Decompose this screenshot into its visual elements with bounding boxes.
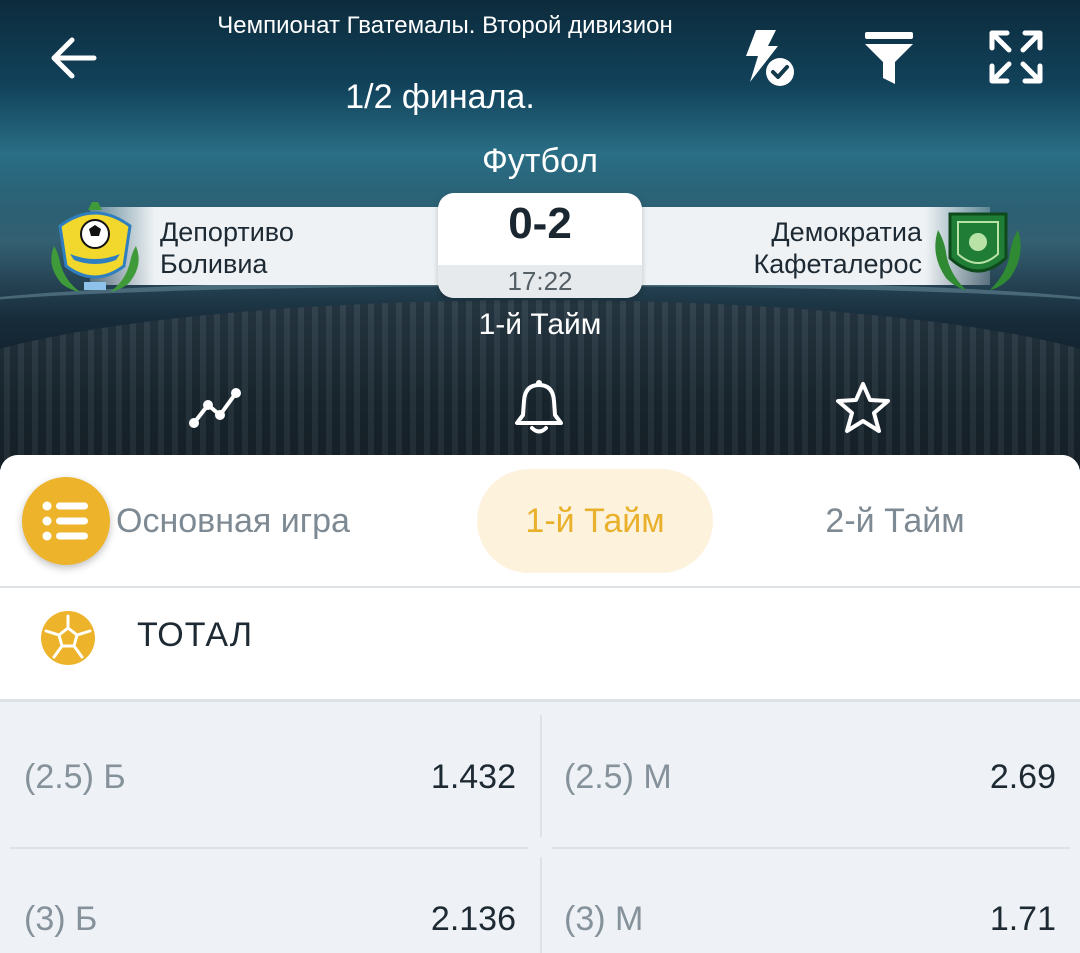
markets-panel: Основная игра 1-й Тайм 2-й Тайм ТОТАЛ (2… [0,455,1080,953]
odds-value: 1.71 [989,899,1056,938]
sport-title: Футбол [482,142,598,180]
score-card: 0-2 17:22 [438,193,642,298]
favorite-button[interactable] [830,378,896,438]
odds-value: 2.136 [430,899,516,938]
match-period: 1-й Тайм [478,308,602,341]
odds-divider [540,715,542,837]
home-team-name: Депортиво Боливиа [160,216,294,280]
lightning-check-icon [746,30,794,86]
odds-divider [540,857,542,953]
expand-button[interactable] [982,24,1050,90]
away-team-name-line1: Демократиа [771,217,922,247]
match-time: 17:22 [438,265,642,298]
odds-cell-under-3[interactable]: (3) М 1.71 [564,859,1056,953]
score: 0-2 [508,199,572,248]
odds-label: (3) Б [24,899,98,938]
bell-icon [515,380,563,434]
home-team-name-line1: Депортиво [160,217,294,247]
odds-divider [552,847,1070,849]
odds-cell-over-3[interactable]: (3) Б 2.136 [24,859,516,953]
filter-icon [865,32,913,84]
tab-second-half[interactable]: 2-й Тайм [800,469,990,573]
list-icon [42,501,88,541]
expand-icon [989,30,1043,84]
home-team-logo [40,196,150,300]
stats-button[interactable] [182,380,248,436]
away-team-name-line2: Кафеталерос [753,249,922,279]
home-team-name-line2: Боливиа [160,249,268,279]
notifications-button[interactable] [508,378,570,438]
odds-value: 1.432 [430,757,516,796]
market-title: ТОТАЛ [137,616,254,654]
arrow-left-icon [51,37,97,79]
period-tabs: Основная игра 1-й Тайм 2-й Тайм [0,455,1080,588]
odds-cell-over-2-5[interactable]: (2.5) Б 1.432 [24,717,516,837]
odds-label: (3) М [564,899,644,938]
odds-label: (2.5) М [564,757,672,796]
filter-button[interactable] [856,24,922,90]
tab-main-game[interactable]: Основная игра [110,469,380,573]
odds-grid: (2.5) Б 1.432 (2.5) М 2.69 (3) Б 2.136 (… [0,705,1080,953]
odds-value: 2.69 [989,757,1056,796]
quick-bet-button[interactable] [732,22,802,92]
league-title: Чемпионат Гватемалы. Второй дивизион [217,12,673,39]
line-chart-icon [189,388,241,428]
star-icon [836,382,890,433]
away-team-name: Демократиа Кафеталерос [754,216,922,280]
odds-label: (2.5) Б [24,757,126,796]
tab-first-half[interactable]: 1-й Тайм [477,469,713,573]
stage-title: 1/2 финала. [345,78,535,116]
markets-menu-button[interactable] [22,477,110,565]
away-team-logo [928,200,1028,296]
football-icon [41,611,95,665]
odds-cell-under-2-5[interactable]: (2.5) М 2.69 [564,717,1056,837]
market-header[interactable]: ТОТАЛ [0,588,1080,702]
odds-divider [10,847,528,849]
back-button[interactable] [40,28,106,88]
